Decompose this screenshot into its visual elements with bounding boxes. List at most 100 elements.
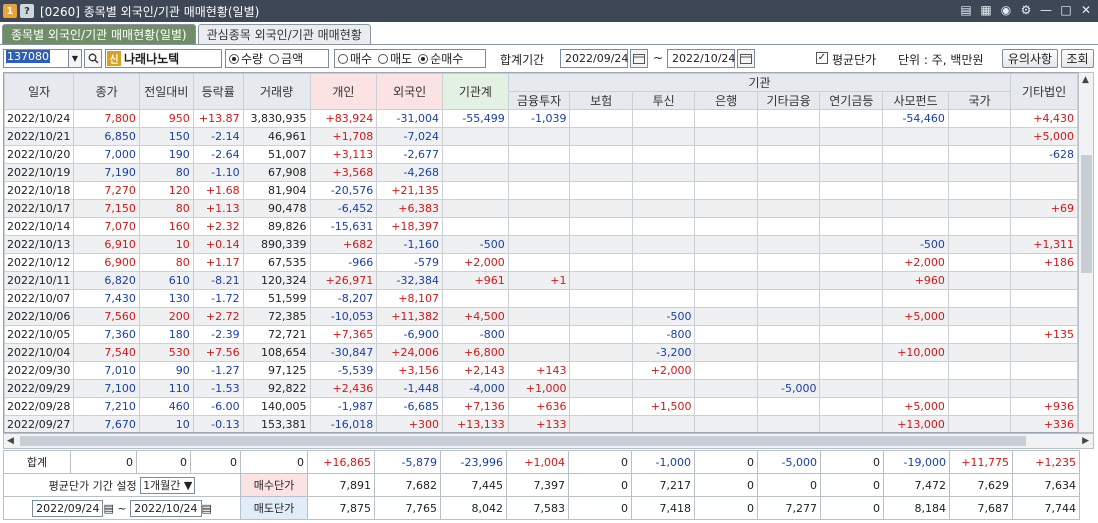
- horizontal-scrollbar[interactable]: ◀ ▶: [3, 433, 1094, 449]
- avg-price-checkbox[interactable]: ✓: [816, 52, 828, 64]
- table-cell: [694, 415, 758, 432]
- scroll-right-icon[interactable]: ▶: [1082, 436, 1089, 446]
- to-calendar-button[interactable]: [737, 49, 755, 68]
- total-label: 합계: [3, 450, 71, 474]
- search-button[interactable]: [84, 49, 102, 68]
- trading-grid[interactable]: 일자 종가 전일대비 등락률 거래량 개인 외국인 기관계 기관 기타법인 금융…: [3, 72, 1079, 433]
- table-row[interactable]: 2022/10/14 7,070 160 +2.32 89,826 -15,631 +18,…: [4, 217, 1078, 236]
- col-institution-sub[interactable]: 보험: [569, 91, 633, 110]
- table-cell: [507, 217, 571, 236]
- col-institution-sub[interactable]: 국가: [947, 91, 1012, 110]
- table-row[interactable]: 2022/10/24 7,800 950 +13.87 3,830,935 +83,924…: [4, 109, 1078, 128]
- table-cell: +7.56: [192, 343, 244, 362]
- table-cell: 80: [138, 199, 194, 218]
- avg-to-calendar-icon[interactable]: ▤: [202, 502, 212, 515]
- table-cell: -4,000: [442, 379, 509, 398]
- scroll-left-icon[interactable]: ◀: [7, 436, 14, 446]
- table-cell: +6,383: [376, 199, 443, 218]
- avg-to-date-input[interactable]: 2022/10/24: [130, 499, 202, 517]
- table-cell: 7,000: [73, 145, 140, 164]
- gear-icon[interactable]: ⚙: [1018, 2, 1034, 18]
- avg-period-dropdown[interactable]: 1개월간 ▼: [140, 476, 196, 494]
- radio-quantity[interactable]: 수량: [229, 50, 263, 67]
- col-institution-sub[interactable]: 연기금등: [819, 91, 884, 110]
- col-date[interactable]: 일자: [4, 73, 75, 110]
- table-row[interactable]: 2022/10/13 6,910 10 +0.14 890,339 +682 -1,160-…: [4, 235, 1078, 254]
- table-cell: 2022/10/20: [4, 145, 75, 164]
- col-volume[interactable]: 거래량: [242, 73, 311, 110]
- table-row[interactable]: 2022/10/06 7,560 200 +2.72 72,385 -10,053 +11,…: [4, 307, 1078, 326]
- close-icon[interactable]: ✕: [1078, 2, 1094, 18]
- col-other-corp[interactable]: 기타법인: [1010, 73, 1078, 110]
- col-close[interactable]: 종가: [73, 73, 140, 110]
- col-individual[interactable]: 개인: [309, 73, 378, 110]
- vertical-scrollbar[interactable]: ▲: [1078, 72, 1094, 433]
- table-cell: -2.14: [192, 127, 244, 146]
- sell-price-cell: 0: [568, 496, 632, 520]
- to-date-input[interactable]: 2022/10/24: [667, 49, 735, 68]
- table-row[interactable]: 2022/10/04 7,540 530 +7.56 108,654 -30,847 +24…: [4, 343, 1078, 362]
- help-icon[interactable]: ?: [20, 4, 34, 18]
- col-rate[interactable]: 등락률: [192, 73, 244, 110]
- table-row[interactable]: 2022/09/29 7,100 110 -1.53 92,822 +2,436 -1,44…: [4, 379, 1078, 398]
- radio-sell[interactable]: 매도: [378, 50, 412, 67]
- table-row[interactable]: 2022/10/18 7,270 120 +1.68 81,904 -20,576 +21,…: [4, 181, 1078, 200]
- table-row[interactable]: 2022/09/30 7,010 90 -1.27 97,125 -5,539 +3,156…: [4, 361, 1078, 380]
- radio-net-buy[interactable]: 순매수: [418, 50, 463, 67]
- table-cell: [631, 379, 696, 398]
- table-cell: -500: [442, 235, 509, 254]
- table-cell: [442, 181, 509, 200]
- maximize-icon[interactable]: □: [1058, 2, 1074, 18]
- col-institution-sub[interactable]: 투신: [631, 91, 696, 110]
- window-number-icon[interactable]: 1: [3, 4, 17, 18]
- col-institution-sub[interactable]: 사모펀드: [882, 91, 949, 110]
- table-cell: +3,568: [309, 163, 378, 182]
- radio-buy[interactable]: 매수: [338, 50, 372, 67]
- col-institution-sub[interactable]: 은행: [694, 91, 758, 110]
- save-icon[interactable]: ▦: [978, 2, 994, 18]
- scroll-up-icon[interactable]: ▲: [1082, 75, 1089, 85]
- horizontal-scroll-thumb[interactable]: [20, 436, 1026, 446]
- table-row[interactable]: 2022/10/20 7,000 190 -2.64 51,007 +3,113 -2,67…: [4, 145, 1078, 164]
- camera-icon[interactable]: ◉: [998, 2, 1014, 18]
- table-row[interactable]: 2022/10/07 7,430 130 -1.72 51,599 -8,207 +8,10…: [4, 289, 1078, 308]
- table-cell: [569, 397, 633, 416]
- table-row[interactable]: 2022/10/12 6,900 80 +1.17 67,535 -966 -579 +2,0…: [4, 253, 1078, 272]
- col-institution-total[interactable]: 기관계: [442, 73, 509, 110]
- code-dropdown-button[interactable]: ▼: [68, 49, 82, 68]
- table-cell: -1.27: [192, 361, 244, 380]
- table-cell: [756, 163, 821, 182]
- notice-button[interactable]: 유의사항: [1002, 49, 1058, 68]
- table-cell: +2,143: [442, 361, 509, 380]
- table-row[interactable]: 2022/09/27 7,670 10 -0.13 153,381 -16,018 +300…: [4, 415, 1078, 432]
- table-row[interactable]: 2022/10/11 6,820 610 -8.21 120,324 +26,971 -32…: [4, 271, 1078, 290]
- col-institution-sub[interactable]: 기타금융: [756, 91, 821, 110]
- table-cell: [569, 361, 633, 380]
- table-row[interactable]: 2022/10/17 7,150 80 +1.13 90,478 -6,452 +6,383…: [4, 199, 1078, 218]
- table-cell: +83,924: [309, 109, 378, 128]
- avg-from-date-input[interactable]: 2022/09/24: [32, 499, 104, 517]
- query-button[interactable]: 조회: [1061, 49, 1094, 68]
- stock-code-input[interactable]: 137080: [3, 49, 69, 68]
- from-date-input[interactable]: 2022/09/24: [560, 49, 628, 68]
- vertical-scroll-thumb[interactable]: [1081, 155, 1092, 273]
- minimize-icon[interactable]: —: [1038, 2, 1054, 18]
- avg-from-calendar-icon[interactable]: ▤: [103, 502, 113, 515]
- table-row[interactable]: 2022/10/19 7,190 80 -1.10 67,908 +3,568 -4,268: [4, 163, 1078, 182]
- table-cell: -500: [631, 307, 696, 326]
- col-foreign[interactable]: 외국인: [376, 73, 443, 110]
- radio-amount[interactable]: 금액: [269, 50, 303, 67]
- table-cell: +3,113: [309, 145, 378, 164]
- table-row[interactable]: 2022/09/28 7,210 460 -6.00 140,005 -1,987 -6,6…: [4, 397, 1078, 416]
- col-change[interactable]: 전일대비: [138, 73, 194, 110]
- table-cell: +3,156: [376, 361, 443, 380]
- tab-watchlist[interactable]: 관심종목 외국인/기관 매매현황: [197, 24, 371, 44]
- from-calendar-button[interactable]: [630, 49, 648, 68]
- link-icon[interactable]: ▤: [958, 2, 974, 18]
- table-row[interactable]: 2022/10/05 7,360 180 -2.39 72,721 +7,365 -6,90…: [4, 325, 1078, 344]
- table-cell: [756, 217, 821, 236]
- col-institution-sub[interactable]: 금융투자: [507, 91, 571, 110]
- tab-stock-daily[interactable]: 종목별 외국인/기관 매매현황(일별): [2, 24, 196, 44]
- table-row[interactable]: 2022/10/21 6,850 150 -2.14 46,961 +1,708 -7,02…: [4, 127, 1078, 146]
- table-cell: [507, 343, 571, 362]
